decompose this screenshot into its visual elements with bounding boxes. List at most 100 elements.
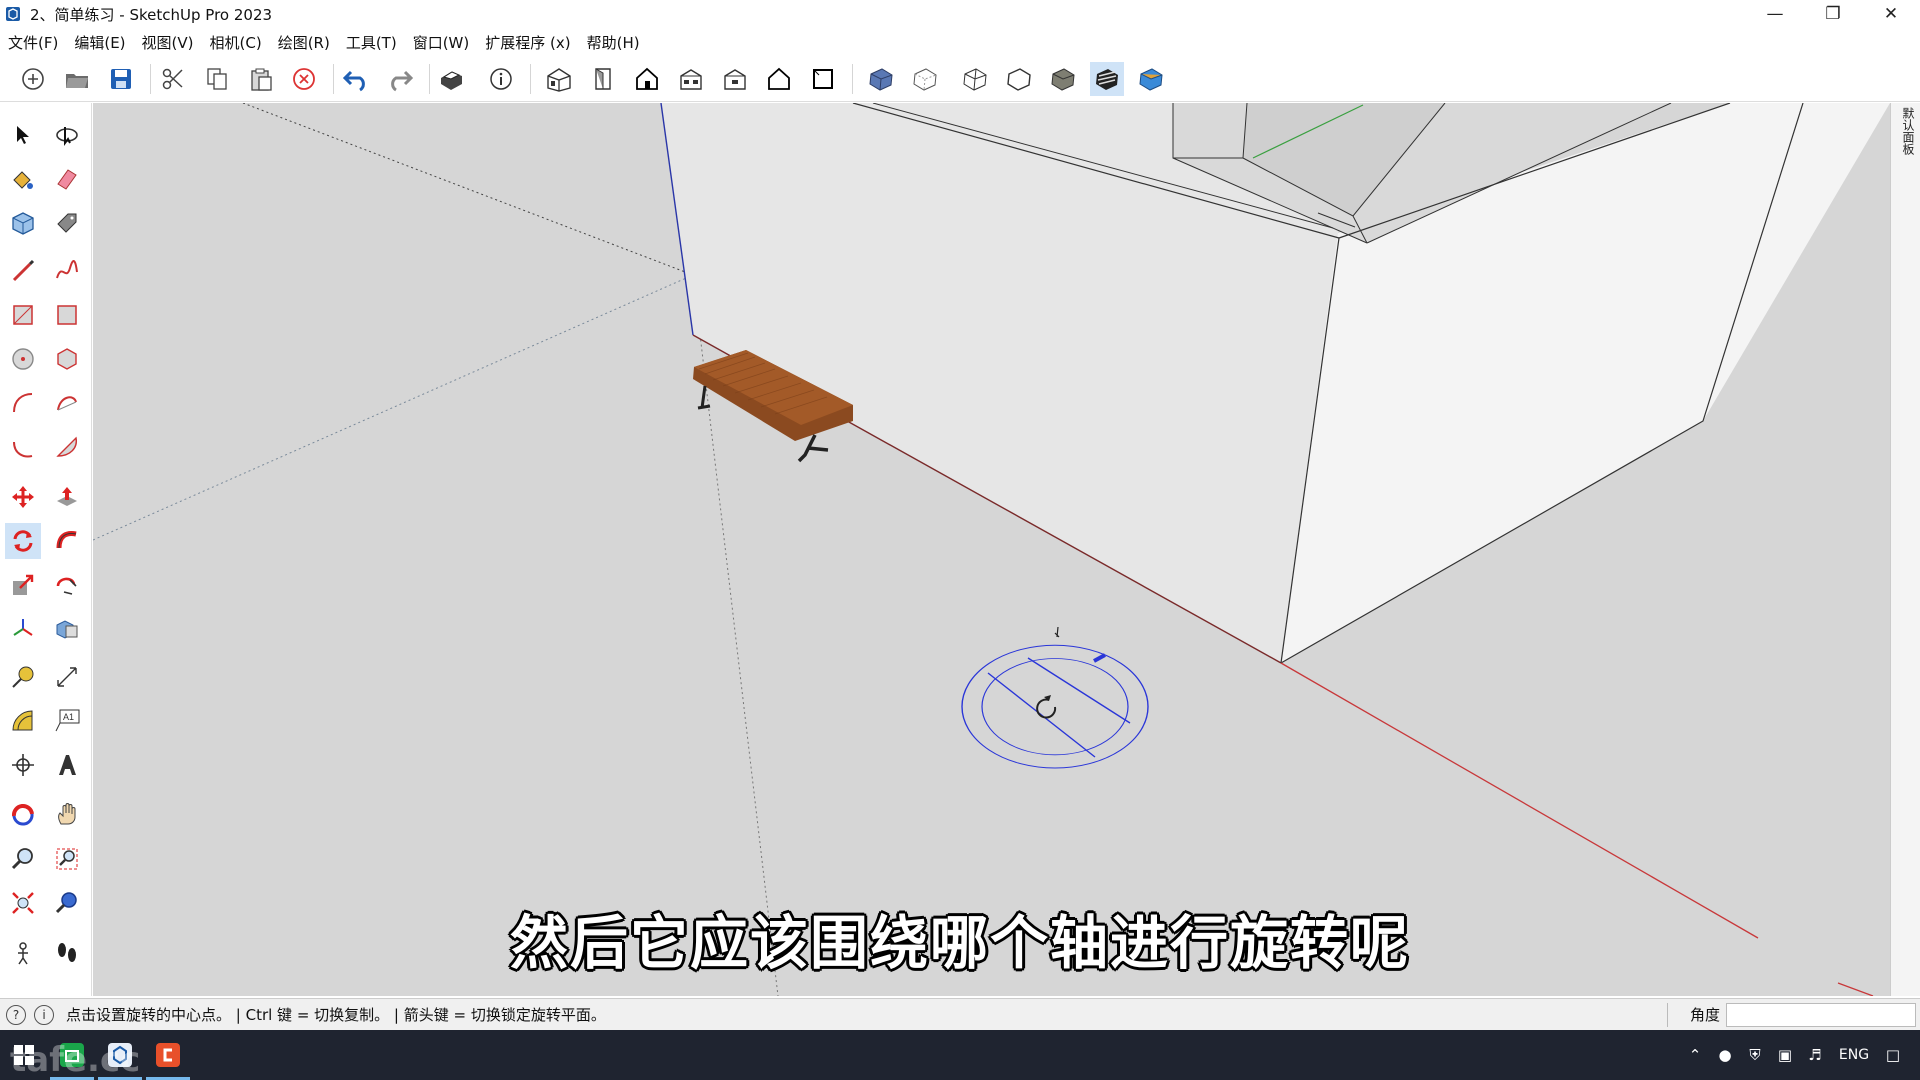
zoom-window-tool-icon[interactable]: [49, 841, 85, 877]
default-tray-panel[interactable]: 默认面板: [1890, 103, 1920, 996]
top-view-icon[interactable]: [586, 62, 620, 96]
section-plane-tool-icon[interactable]: [5, 747, 41, 783]
dimension-tool-icon[interactable]: [49, 659, 85, 695]
backedges-icon[interactable]: [908, 62, 942, 96]
wireframe-icon[interactable]: [958, 62, 992, 96]
rectangle-tool-icon[interactable]: [5, 297, 41, 333]
shaded-icon[interactable]: [1046, 62, 1080, 96]
minimize-icon[interactable]: —: [1746, 0, 1804, 28]
save-icon[interactable]: [104, 62, 138, 96]
three-point-arc-tool-icon[interactable]: [5, 429, 41, 465]
bottom-view-icon[interactable]: [806, 62, 840, 96]
rotated-rectangle-tool-icon[interactable]: [49, 297, 85, 333]
watermark-text: tafe.cc: [10, 1040, 141, 1080]
restore-icon[interactable]: ❐: [1804, 0, 1862, 28]
menu-tools[interactable]: 工具(T): [338, 32, 405, 53]
follow-me-tool-icon[interactable]: [49, 523, 85, 559]
menu-view[interactable]: 视图(V): [134, 32, 202, 53]
protractor-tool-icon[interactable]: [5, 703, 41, 739]
taskbar-app-camtasia[interactable]: [144, 1030, 192, 1080]
line-tool-icon[interactable]: [5, 253, 41, 289]
windows-taskbar: tafe.cc ⌃ ● ⛨ ▣ ♬ ENG □: [0, 1030, 1920, 1080]
new-icon[interactable]: [16, 62, 50, 96]
push-pull-tool-icon[interactable]: [49, 479, 85, 515]
pan-tool-icon[interactable]: [49, 797, 85, 833]
menu-camera[interactable]: 相机(C): [202, 32, 270, 53]
dotted-guide-line: [93, 274, 694, 541]
xray-icon[interactable]: [864, 62, 898, 96]
input-language[interactable]: ENG: [1830, 1047, 1878, 1063]
close-icon[interactable]: ✕: [1862, 0, 1920, 28]
orbit-tool-icon[interactable]: [5, 797, 41, 833]
default-tray-tab[interactable]: 默认面板: [1895, 107, 1917, 155]
tray-expand-icon[interactable]: ⌃: [1680, 1046, 1710, 1064]
arc-tool-icon[interactable]: [5, 385, 41, 421]
cut-icon[interactable]: [156, 62, 190, 96]
network-icon[interactable]: ▣: [1770, 1046, 1800, 1064]
component-tool-icon[interactable]: [5, 205, 41, 241]
right-view-icon[interactable]: [674, 62, 708, 96]
redo-icon[interactable]: [383, 62, 417, 96]
front-view-icon[interactable]: [630, 62, 664, 96]
freehand-tool-icon[interactable]: [49, 253, 85, 289]
left-view-icon[interactable]: [762, 62, 796, 96]
zoom-tool-icon[interactable]: [5, 841, 41, 877]
system-tray: ⌃ ● ⛨ ▣ ♬ ENG □: [1680, 1030, 1920, 1080]
menu-draw[interactable]: 绘图(R): [270, 32, 338, 53]
menu-window[interactable]: 窗口(W): [405, 32, 478, 53]
menu-extensions[interactable]: 扩展程序 (x): [477, 32, 578, 53]
two-point-arc-tool-icon[interactable]: [49, 385, 85, 421]
measurements-input[interactable]: [1726, 1003, 1916, 1027]
polygon-tool-icon[interactable]: [49, 341, 85, 377]
window-title: 2、简单练习 - SketchUp Pro 2023: [30, 5, 273, 24]
title-bar: 2、简单练习 - SketchUp Pro 2023 — ❐ ✕: [0, 0, 1920, 28]
offset-tool-icon[interactable]: [49, 567, 85, 603]
solid-tools-icon[interactable]: [49, 611, 85, 647]
rotate-protractor-cursor: [961, 626, 1149, 769]
model-info-icon[interactable]: [484, 62, 518, 96]
eraser-tool-icon[interactable]: [49, 161, 85, 197]
paste-icon[interactable]: [244, 62, 278, 96]
back-view-icon[interactable]: [718, 62, 752, 96]
open-icon[interactable]: [60, 62, 94, 96]
select-tool-icon[interactable]: [5, 117, 41, 153]
pie-tool-icon[interactable]: [49, 429, 85, 465]
notifications-icon[interactable]: □: [1878, 1046, 1908, 1064]
tape-measure-tool-icon[interactable]: [5, 659, 41, 695]
status-bar: ? i 点击设置旋转的中心点。 | Ctrl 键 = 切换复制。 | 箭头键 =…: [0, 998, 1920, 1030]
menu-file[interactable]: 文件(F): [0, 32, 66, 53]
copy-icon[interactable]: [200, 62, 234, 96]
shaded-textures-icon[interactable]: [1090, 62, 1124, 96]
geo-location-icon[interactable]: ?: [6, 1004, 26, 1025]
main-toolbar: [0, 56, 1920, 102]
text-tool-icon[interactable]: A1: [49, 703, 85, 739]
circle-tool-icon[interactable]: [5, 341, 41, 377]
axes-tool-icon[interactable]: [5, 611, 41, 647]
3d-viewport[interactable]: [93, 103, 1890, 996]
print-icon[interactable]: [434, 62, 468, 96]
menu-bar: 文件(F) 编辑(E) 视图(V) 相机(C) 绘图(R) 工具(T) 窗口(W…: [0, 30, 1920, 54]
scale-tool-icon[interactable]: [5, 567, 41, 603]
move-tool-icon[interactable]: [5, 479, 41, 515]
instructor-info-icon[interactable]: i: [34, 1004, 54, 1025]
left-tool-palette: A1: [0, 103, 92, 996]
volume-icon[interactable]: ♬: [1800, 1046, 1830, 1064]
menu-edit[interactable]: 编辑(E): [66, 32, 133, 53]
undo-icon[interactable]: [339, 62, 373, 96]
sketchup-app-icon: [6, 7, 20, 21]
paint-bucket-tool-icon[interactable]: [5, 161, 41, 197]
tag-tool-icon[interactable]: [49, 205, 85, 241]
hiddenline-icon[interactable]: [1002, 62, 1036, 96]
menu-help[interactable]: 帮助(H): [579, 32, 648, 53]
erase-icon[interactable]: [287, 62, 321, 96]
status-message: 点击设置旋转的中心点。 | Ctrl 键 = 切换复制。 | 箭头键 = 切换锁…: [66, 1006, 606, 1024]
orbit-select-tool-icon[interactable]: [49, 117, 85, 153]
security-shield-icon[interactable]: ⛨: [1740, 1046, 1770, 1064]
svg-text:A1: A1: [63, 712, 74, 722]
monochrome-icon[interactable]: [1134, 62, 1168, 96]
3d-text-tool-icon[interactable]: [49, 747, 85, 783]
rotate-tool-icon[interactable]: [5, 523, 41, 559]
iso-view-icon[interactable]: [542, 62, 576, 96]
dotted-guide-line: [242, 103, 694, 276]
microphone-icon[interactable]: ●: [1710, 1046, 1740, 1064]
